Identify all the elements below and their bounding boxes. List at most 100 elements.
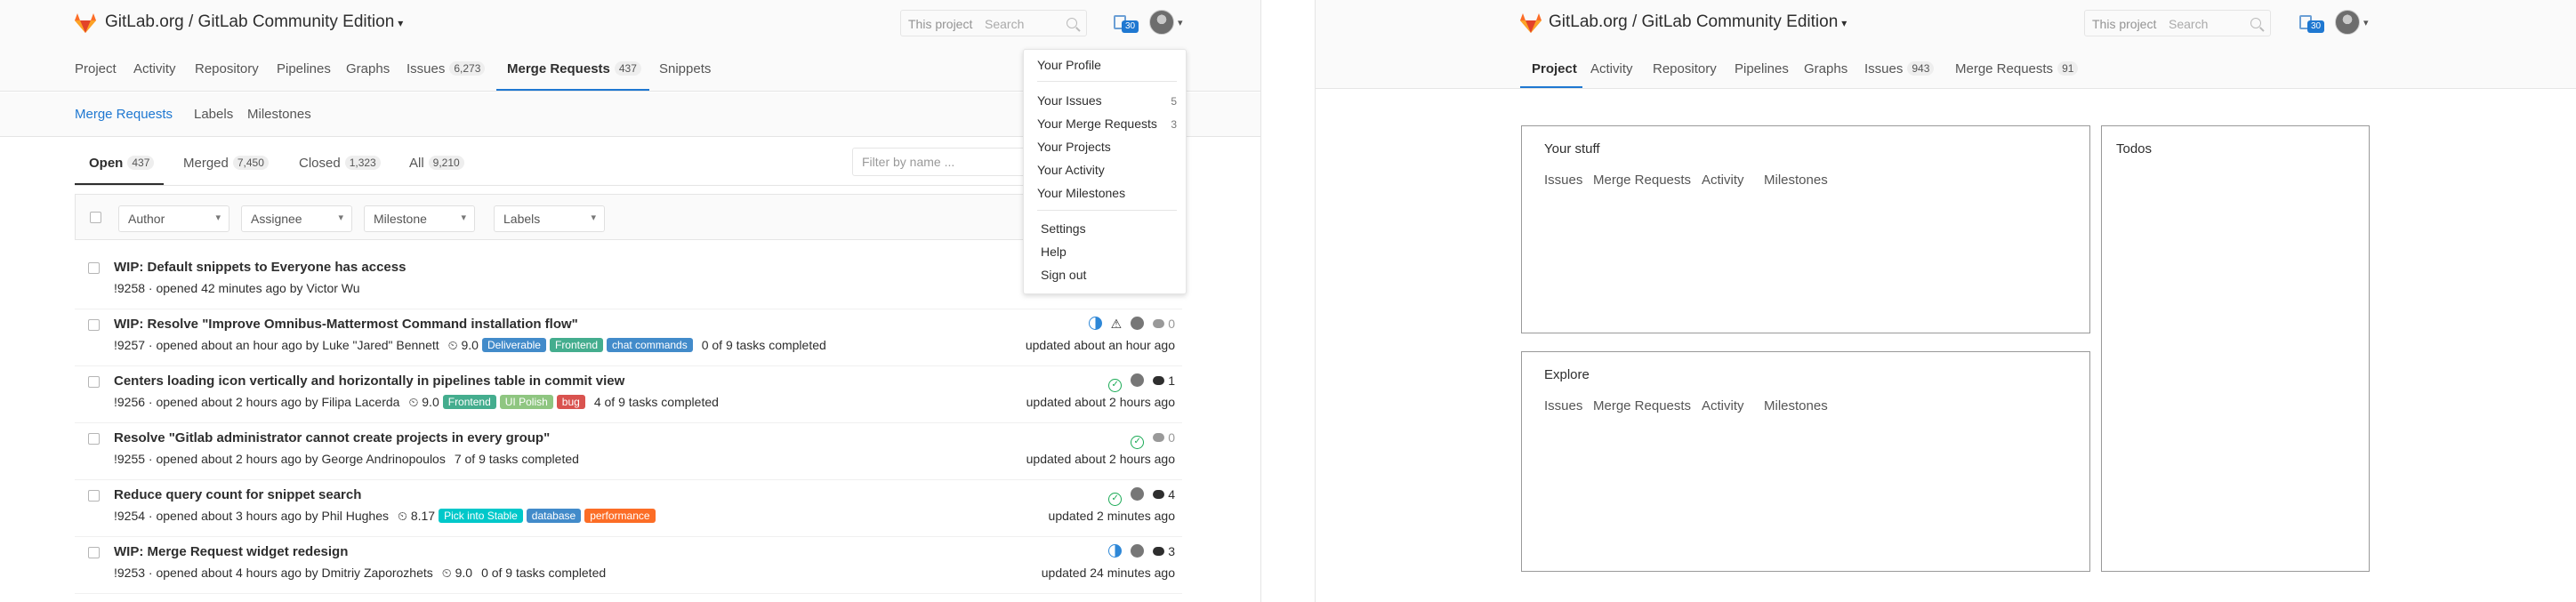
row-checkbox[interactable] [88, 490, 100, 502]
comments-count[interactable]: 0 [1153, 317, 1175, 331]
merge-request-title[interactable]: Centers loading icon vertically and hori… [114, 373, 624, 389]
nav-project[interactable]: Project [75, 61, 117, 76]
comments-count[interactable]: 3 [1153, 544, 1175, 558]
comments-count[interactable]: 1 [1153, 373, 1175, 388]
subnav-merge-requests[interactable]: Merge Requests [75, 107, 173, 122]
user-avatar[interactable] [2335, 10, 2360, 35]
nav-merge-requests[interactable]: Merge Requests 437 [507, 61, 641, 76]
nav-activity[interactable]: Activity [1590, 61, 1633, 76]
tab-merged[interactable]: Merged 7,450 [183, 156, 269, 171]
label-badge[interactable]: Pick into Stable [439, 509, 523, 523]
assignee-avatar[interactable] [1131, 544, 1145, 558]
merge-request-title[interactable]: WIP: Default snippets to Everyone has ac… [114, 260, 406, 275]
nav-snippets[interactable]: Snippets [659, 61, 711, 76]
your-stuff-activity-link[interactable]: Activity [1702, 173, 1744, 188]
label-badge[interactable]: performance [584, 509, 656, 523]
assignee-avatar[interactable] [1131, 317, 1145, 330]
todos-button[interactable]: 30 [1114, 13, 1139, 33]
milestone[interactable]: ⏲ 9.0 [442, 566, 472, 580]
pipeline-running-icon[interactable] [1108, 544, 1123, 558]
author-dropdown[interactable]: Author ▾ [118, 205, 229, 232]
your-stuff-milestones-link[interactable]: Milestones [1764, 173, 1828, 188]
nav-repository[interactable]: Repository [1653, 61, 1717, 76]
gitlab-logo-icon[interactable] [75, 13, 96, 33]
menu-item-help[interactable]: Help [1041, 245, 1067, 259]
menu-item-your-issues[interactable]: Your Issues [1037, 93, 1102, 108]
label-badge[interactable]: database [526, 509, 582, 523]
comments-count[interactable]: 4 [1153, 487, 1175, 502]
todos-button[interactable]: 30 [2299, 13, 2324, 33]
tab-open[interactable]: Open 437 [89, 156, 155, 171]
search-scope[interactable]: This project [2092, 17, 2156, 31]
nav-merge-requests[interactable]: Merge Requests 91 [1955, 61, 2079, 76]
milestone[interactable]: ⏲ 9.0 [448, 338, 479, 352]
milestone[interactable]: ⏲ 8.17 [398, 509, 435, 523]
row-checkbox[interactable] [88, 376, 100, 388]
assignee-avatar[interactable] [1131, 373, 1145, 387]
explore-activity-link[interactable]: Activity [1702, 398, 1744, 413]
your-stuff-merge-requests-link[interactable]: Merge Requests [1593, 173, 1691, 188]
pipeline-running-icon[interactable] [1088, 317, 1102, 330]
nav-pipelines[interactable]: Pipelines [277, 61, 331, 76]
menu-item-your-profile[interactable]: Your Profile [1037, 58, 1101, 72]
nav-graphs[interactable]: Graphs [1804, 61, 1847, 76]
assignee-dropdown[interactable]: Assignee ▾ [241, 205, 352, 232]
menu-item-settings[interactable]: Settings [1041, 221, 1086, 236]
tab-all[interactable]: All 9,210 [409, 156, 464, 171]
nav-issues[interactable]: Issues 6,273 [407, 61, 486, 76]
your-stuff-issues-link[interactable]: Issues [1544, 173, 1582, 188]
pipeline-passed-icon[interactable]: ✓ [1131, 436, 1145, 449]
label-badge[interactable]: bug [556, 395, 585, 409]
subnav-milestones[interactable]: Milestones [247, 107, 311, 122]
label-badge[interactable]: Deliverable [481, 338, 546, 352]
row-checkbox[interactable] [88, 547, 100, 558]
nav-issues[interactable]: Issues 943 [1864, 61, 1935, 76]
menu-item-your-milestones[interactable]: Your Milestones [1037, 186, 1125, 200]
labels-dropdown[interactable]: Labels ▾ [494, 205, 605, 232]
merge-request-title[interactable]: Resolve "Gitlab administrator cannot cre… [114, 430, 550, 445]
explore-milestones-link[interactable]: Milestones [1764, 398, 1828, 413]
chevron-down-icon[interactable]: ▾ [1178, 17, 1183, 28]
explore-merge-requests-link[interactable]: Merge Requests [1593, 398, 1691, 413]
row-checkbox[interactable] [88, 319, 100, 331]
menu-item-your-merge-requests[interactable]: Your Merge Requests [1037, 116, 1157, 131]
nav-graphs[interactable]: Graphs [346, 61, 390, 76]
tab-closed[interactable]: Closed 1,323 [299, 156, 381, 171]
merge-request-title[interactable]: WIP: Resolve "Improve Omnibus-Mattermost… [114, 317, 578, 332]
assignee-avatar[interactable] [1131, 487, 1145, 501]
nav-activity[interactable]: Activity [133, 61, 176, 76]
project-title[interactable]: GitLab.org / GitLab Community Edition ▾ [1549, 12, 1847, 32]
menu-item-your-projects[interactable]: Your Projects [1037, 140, 1111, 154]
label-badge[interactable]: UI Polish [499, 395, 553, 409]
label-badge[interactable]: Frontend [442, 395, 496, 409]
pipeline-passed-icon[interactable]: ✓ [1108, 379, 1123, 392]
row-checkbox[interactable] [88, 262, 100, 274]
nav-repository[interactable]: Repository [195, 61, 259, 76]
your-stuff-panel: Your stuff Issues Merge Requests Activit… [1521, 125, 2090, 333]
merge-request-title[interactable]: WIP: Merge Request widget redesign [114, 544, 348, 559]
nav-pipelines[interactable]: Pipelines [1735, 61, 1789, 76]
user-avatar[interactable] [1149, 10, 1174, 35]
milestone-dropdown[interactable]: Milestone ▾ [364, 205, 475, 232]
search-input[interactable]: This project Search [900, 10, 1087, 36]
pipeline-passed-icon[interactable]: ✓ [1108, 493, 1123, 506]
search-scope[interactable]: This project [908, 17, 972, 31]
gitlab-logo-icon[interactable] [1520, 13, 1542, 33]
merge-request-title[interactable]: Reduce query count for snippet search [114, 487, 361, 502]
row-checkbox[interactable] [88, 433, 100, 445]
select-all-checkbox[interactable] [90, 212, 101, 223]
label-badge[interactable]: Frontend [549, 338, 604, 352]
subnav-labels[interactable]: Labels [194, 107, 233, 122]
comments-count[interactable]: 0 [1153, 430, 1175, 445]
project-title[interactable]: GitLab.org / GitLab Community Edition ▾ [105, 12, 403, 32]
explore-issues-link[interactable]: Issues [1544, 398, 1582, 413]
label-badge[interactable]: chat commands [607, 338, 693, 352]
milestone[interactable]: ⏲ 9.0 [408, 395, 439, 409]
menu-item-your-activity[interactable]: Your Activity [1037, 163, 1105, 177]
warning-icon[interactable]: ⚠ [1111, 317, 1123, 332]
menu-item-sign-out[interactable]: Sign out [1041, 268, 1086, 282]
nav-project[interactable]: Project [1532, 61, 1577, 76]
search-input[interactable]: This project Search [2084, 10, 2271, 36]
filter-by-name-input[interactable]: Filter by name ... [852, 148, 1030, 176]
chevron-down-icon[interactable]: ▾ [2363, 17, 2369, 28]
